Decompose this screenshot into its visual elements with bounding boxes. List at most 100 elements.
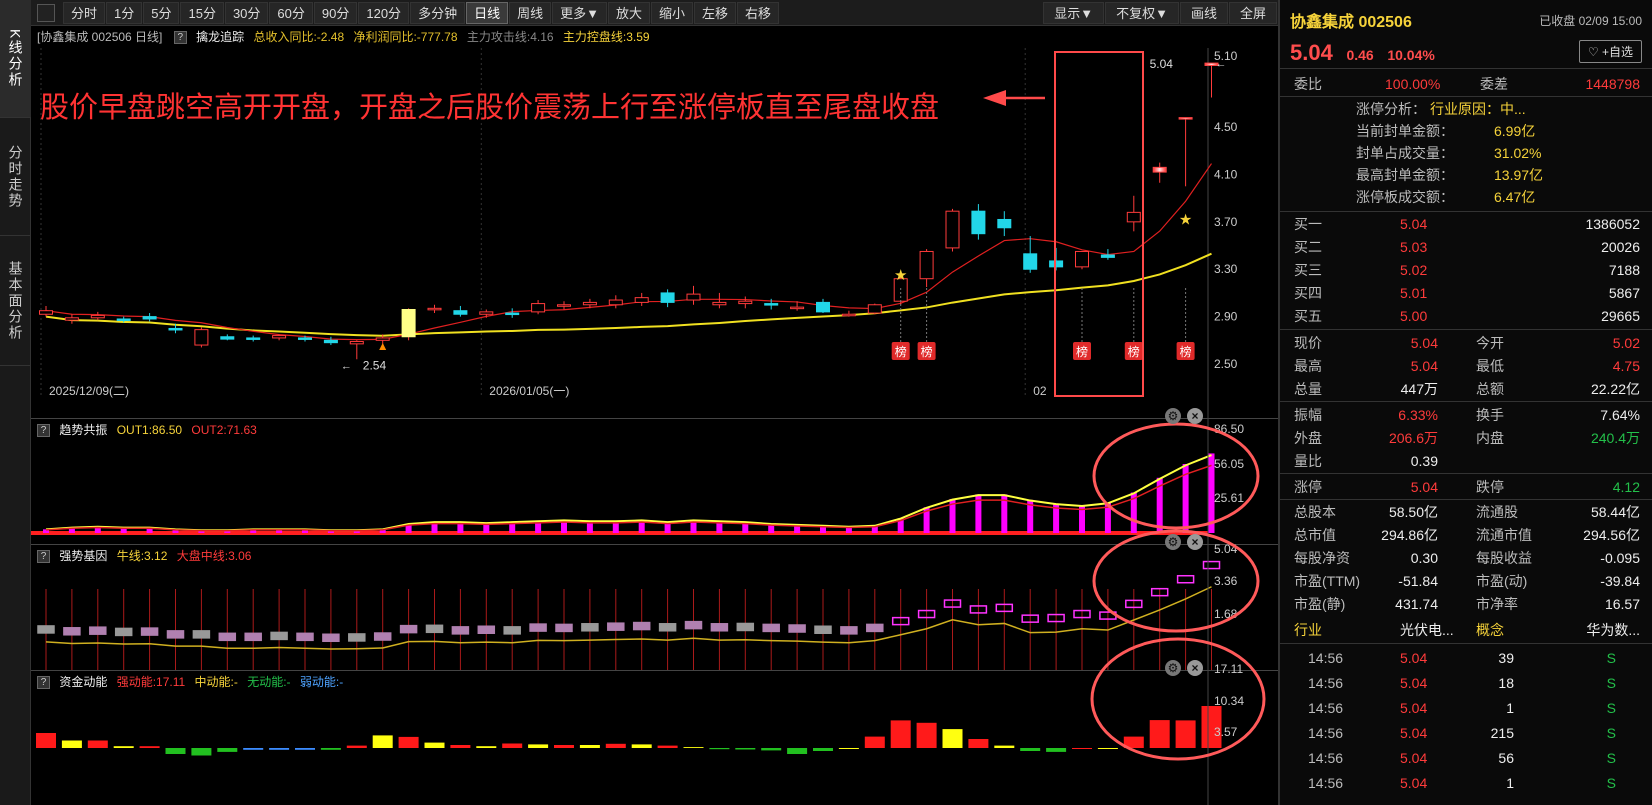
label: 委差 — [1480, 76, 1508, 92]
tick-side: S — [1606, 675, 1616, 691]
tick-volume: 39 — [1498, 650, 1514, 666]
industry-label: 行业 — [1294, 622, 1322, 638]
quote-row: 现价 5.04 今开 5.02 — [1280, 332, 1652, 355]
candle-body — [427, 307, 442, 311]
trend-y-tick: 25.61 — [1214, 491, 1244, 505]
tab-timeshare[interactable]: 分时走势 — [0, 118, 31, 236]
label: 振幅 — [1294, 407, 1322, 423]
money-bar — [657, 745, 678, 748]
checkbox-icon[interactable] — [37, 3, 55, 22]
help-icon[interactable]: ? — [173, 31, 187, 45]
fundamental-row: 总市值 294.86亿 流通市值 294.56亿 — [1280, 524, 1652, 547]
money-settings-icon[interactable]: ⚙ — [1165, 660, 1181, 676]
toolbar-right-button-0[interactable]: 显示▼ — [1043, 2, 1105, 24]
period-button-14[interactable]: 左移 — [694, 1, 737, 24]
strong-energy: 强动能:17.11 — [116, 675, 186, 689]
period-button-11[interactable]: 更多▼ — [552, 1, 607, 24]
label: 委比 — [1294, 76, 1322, 92]
bid-label: 买四 — [1294, 285, 1322, 301]
period-button-6[interactable]: 90分 — [313, 1, 358, 24]
period-button-7[interactable]: 120分 — [358, 1, 410, 24]
tick-price: 5.04 — [1400, 750, 1428, 766]
bang-label: 榜 — [1076, 344, 1088, 359]
candle-body — [142, 316, 157, 320]
bid-price: 5.03 — [1400, 239, 1428, 255]
period-button-0[interactable]: 分时 — [63, 1, 106, 24]
candle-body — [686, 293, 701, 301]
gene-block — [89, 626, 107, 635]
gene-block — [736, 622, 755, 632]
candle-body — [272, 335, 287, 339]
y-tick-label: 2.90 — [1214, 310, 1238, 324]
gene-settings-icon[interactable]: ⚙ — [1165, 534, 1181, 550]
value: 6.33% — [1398, 407, 1438, 423]
money-close-icon[interactable]: × — [1187, 660, 1203, 676]
period-button-1[interactable]: 1分 — [106, 1, 143, 24]
zt-value: 31.02% — [1494, 145, 1542, 161]
value: 294.86亿 — [1381, 527, 1438, 543]
gene-block — [658, 623, 677, 632]
gene-close-icon[interactable]: × — [1187, 534, 1203, 550]
tab-fundamentals[interactable]: 基本面分析 — [0, 236, 31, 366]
money-bar — [1175, 720, 1196, 748]
period-button-15[interactable]: 右移 — [737, 1, 780, 24]
money-bar — [346, 745, 367, 748]
add-favorite-button[interactable]: ♡ +自选 — [1578, 40, 1642, 63]
gene-chart[interactable]: 5.043.361.68 — [31, 529, 1278, 670]
money-chart[interactable]: 17.11 10.34 3.57 — [31, 637, 1278, 805]
help-icon[interactable]: ? — [37, 550, 50, 564]
bid-row: 买一 5.04 1386052 — [1280, 213, 1652, 236]
label: 最高 — [1294, 358, 1322, 374]
value: 7.64% — [1600, 407, 1640, 423]
money-indicator-name[interactable]: 资金动能 — [59, 675, 107, 689]
value: 5.04 — [1410, 335, 1438, 351]
period-button-9[interactable]: 日线 — [466, 1, 509, 24]
period-button-5[interactable]: 60分 — [269, 1, 313, 24]
close-status: 已收盘 02/09 15:00 — [1539, 14, 1642, 28]
gene-block — [192, 630, 211, 639]
trend-chart[interactable]: 86.50 56.05 25.61 — [31, 419, 1278, 544]
value: 431.74 — [1395, 596, 1438, 612]
value: 58.44亿 — [1590, 504, 1640, 520]
tick-time: 14:56 — [1308, 750, 1344, 766]
label: 内盘 — [1476, 430, 1504, 446]
money-bar — [165, 748, 186, 754]
label: 每股净资 — [1294, 550, 1350, 566]
money-bar — [243, 748, 264, 750]
period-button-4[interactable]: 30分 — [224, 1, 269, 24]
toolbar-right-button-2[interactable]: 画线 — [1179, 2, 1228, 24]
period-button-12[interactable]: 放大 — [607, 1, 650, 24]
value: -51.84 — [1398, 573, 1438, 589]
value: 58.50亿 — [1388, 504, 1438, 520]
stock-title: [协鑫集成 002506 日线] — [37, 30, 163, 44]
money-bar — [968, 739, 989, 748]
trend-indicator-name[interactable]: 趋势共振 — [59, 423, 107, 437]
tab-kline[interactable]: K线分析 — [0, 0, 31, 118]
help-icon[interactable]: ? — [37, 424, 50, 438]
bid-label: 买三 — [1294, 262, 1322, 278]
period-button-3[interactable]: 15分 — [180, 1, 224, 24]
change-amount: 0.46 — [1346, 47, 1374, 63]
period-button-8[interactable]: 多分钟 — [410, 1, 466, 24]
money-bar — [1072, 748, 1092, 749]
candle-body — [945, 210, 960, 249]
candle-body — [246, 337, 261, 340]
trend-close-icon[interactable]: × — [1187, 408, 1203, 424]
candle-body — [90, 314, 105, 319]
divider — [1280, 401, 1652, 402]
tick-side: S — [1606, 650, 1616, 666]
help-icon[interactable]: ? — [37, 676, 50, 690]
toolbar-right-button-1[interactable]: 不复权▼ — [1105, 2, 1179, 24]
gene-block — [632, 621, 651, 631]
gene-indicator-name[interactable]: 强势基因 — [59, 549, 107, 563]
indicator-name[interactable]: 擒龙追踪 — [196, 30, 244, 44]
tick-time: 14:56 — [1308, 700, 1344, 716]
period-button-2[interactable]: 5分 — [143, 1, 180, 24]
toolbar-right-button-3[interactable]: 全屏 — [1228, 2, 1277, 24]
period-button-13[interactable]: 缩小 — [651, 1, 694, 24]
star-icon: ★ — [1179, 211, 1192, 228]
period-button-10[interactable]: 周线 — [509, 1, 552, 24]
trend-settings-icon[interactable]: ⚙ — [1165, 408, 1181, 424]
label: 总股本 — [1294, 504, 1336, 520]
candle-body — [557, 304, 571, 307]
